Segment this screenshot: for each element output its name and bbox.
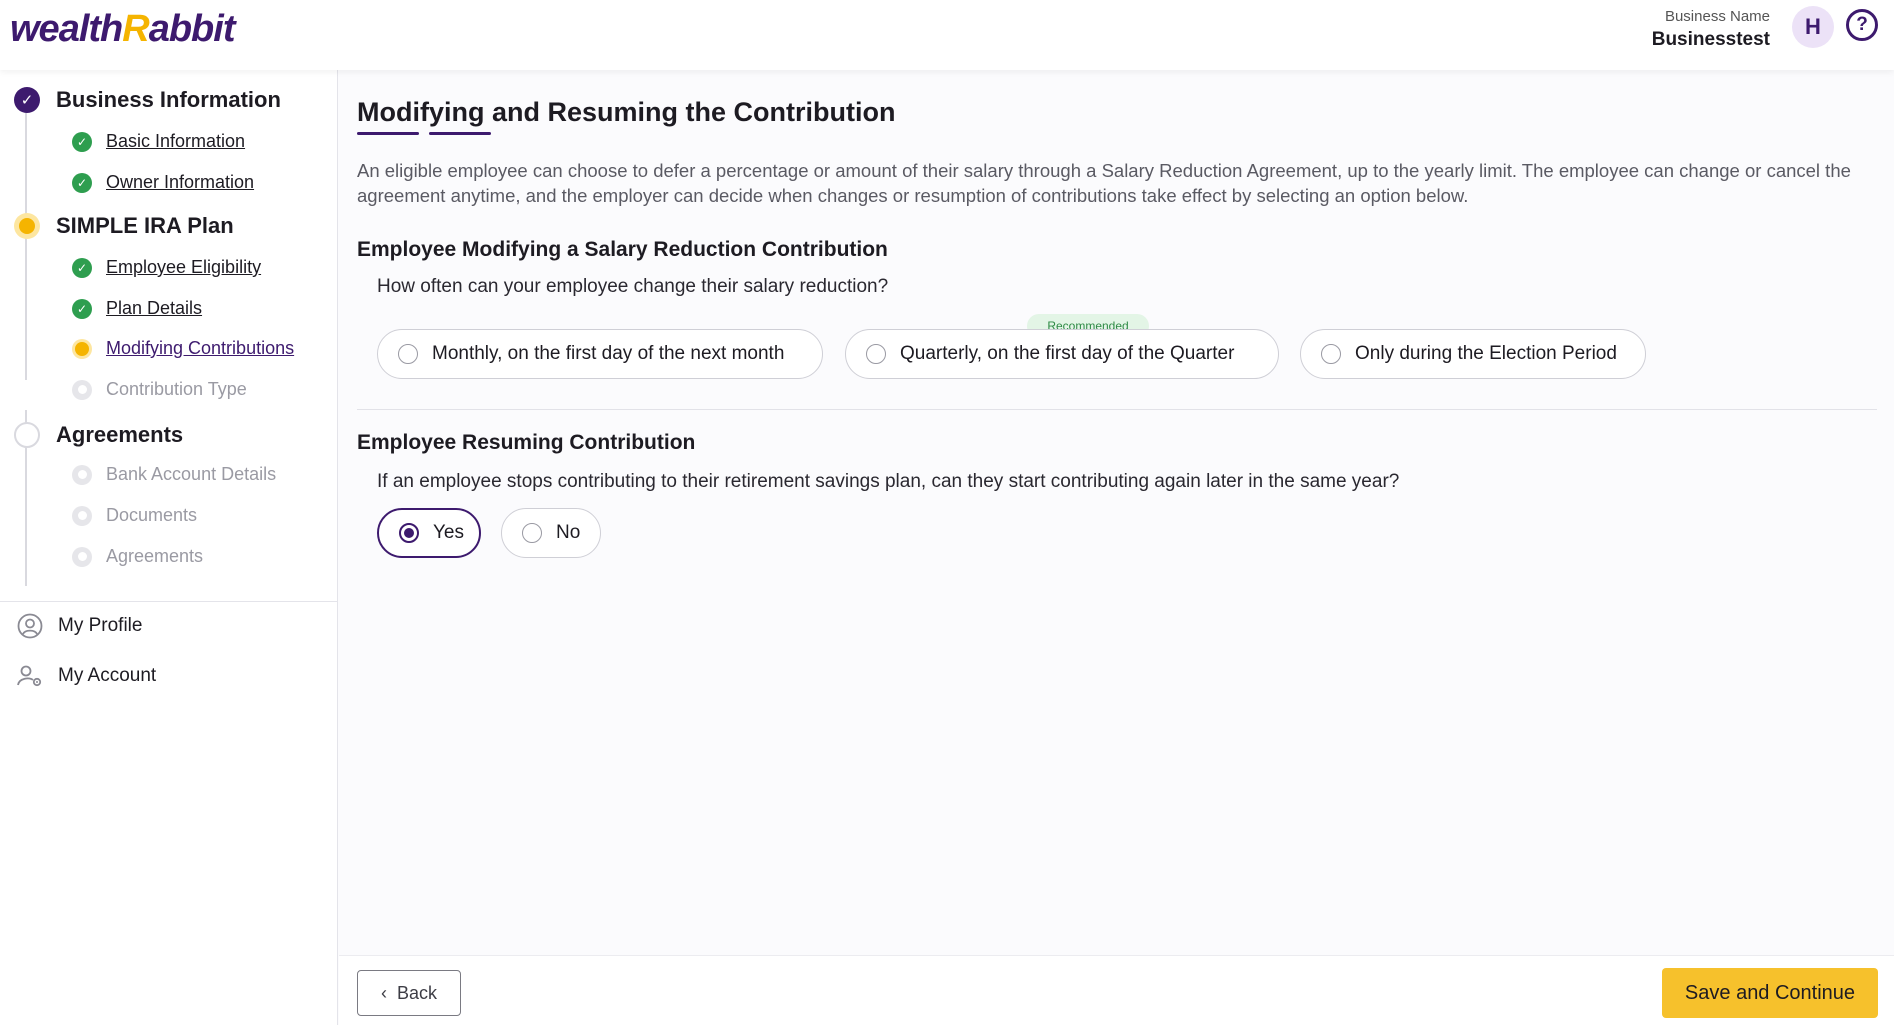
business-info: Business Name Businesstest xyxy=(1652,8,1770,51)
sidebar-section-business-information[interactable]: ✓ Business Information xyxy=(14,87,281,113)
in-progress-icon xyxy=(14,213,40,239)
title-underline xyxy=(429,132,491,135)
section-heading-resuming: Employee Resuming Contribution xyxy=(357,431,696,454)
user-circle-icon xyxy=(16,612,44,640)
in-progress-icon xyxy=(72,338,92,359)
check-icon: ✓ xyxy=(72,131,92,152)
radio-button[interactable] xyxy=(1321,344,1341,364)
user-gear-icon xyxy=(16,662,44,690)
option-label: Quarterly, on the first day of the Quart… xyxy=(900,343,1235,364)
sidebar-item-documents[interactable]: Documents xyxy=(72,505,197,526)
business-name-value: Businesstest xyxy=(1651,29,1770,50)
radio-button[interactable] xyxy=(866,344,886,364)
sidebar-item-modifying-contributions[interactable]: Modifying Contributions xyxy=(72,338,294,359)
section-title: SIMPLE IRA Plan xyxy=(56,213,234,238)
sidebar-item-label: Modifying Contributions xyxy=(106,338,295,358)
option-no[interactable]: No xyxy=(501,508,601,558)
help-icon[interactable]: ? xyxy=(1846,9,1878,41)
option-label: Yes xyxy=(433,522,464,543)
sidebar-item-basic-information[interactable]: ✓ Basic Information xyxy=(72,131,245,152)
main-content: Modifying and Resuming the Contribution … xyxy=(339,70,1894,955)
top-header: wealthRabbit Business Name Businesstest … xyxy=(0,0,1894,70)
option-label: Monthly, on the first day of the next mo… xyxy=(432,343,785,364)
option-yes[interactable]: Yes xyxy=(377,508,481,558)
pending-icon xyxy=(72,505,92,526)
section-title: Agreements xyxy=(56,422,184,447)
radio-button[interactable] xyxy=(398,344,418,364)
title-underline xyxy=(357,132,419,135)
nav-label: My Account xyxy=(58,665,157,686)
pending-icon xyxy=(72,546,92,567)
sidebar-divider xyxy=(0,601,337,602)
sidebar-item-label: Owner Information xyxy=(106,172,255,192)
sidebar-item-employee-eligibility[interactable]: ✓ Employee Eligibility xyxy=(72,257,261,278)
radio-button[interactable] xyxy=(522,523,542,543)
sidebar-item-contribution-type[interactable]: Contribution Type xyxy=(72,379,247,400)
option-monthly[interactable]: Monthly, on the first day of the next mo… xyxy=(377,329,823,379)
sidebar-item-plan-details[interactable]: ✓ Plan Details xyxy=(72,298,202,319)
wealthrabbit-logo[interactable]: wealthRabbit xyxy=(10,8,235,51)
nav-my-account[interactable]: My Account xyxy=(16,662,156,690)
sidebar-section-agreements[interactable]: Agreements xyxy=(14,422,183,448)
option-quarterly[interactable]: Quarterly, on the first day of the Quart… xyxy=(845,329,1279,379)
sidebar-item-label: Documents xyxy=(106,505,198,525)
section-heading-modifying: Employee Modifying a Salary Reduction Co… xyxy=(357,238,888,261)
question-text: If an employee stops contributing to the… xyxy=(377,471,1400,492)
sidebar: ✓ Business Information ✓ Basic Informati… xyxy=(0,70,338,1025)
nav-label: My Profile xyxy=(58,615,143,636)
pending-icon xyxy=(72,464,92,485)
section-title: Business Information xyxy=(56,87,281,112)
question-text: How often can your employee change their… xyxy=(377,276,889,297)
page-title: Modifying and Resuming the Contribution xyxy=(357,97,896,127)
pending-icon xyxy=(14,422,40,448)
check-icon: ✓ xyxy=(72,298,92,319)
footer-bar: ‹ Back Save and Continue xyxy=(339,955,1894,1025)
option-label: Only during the Election Period xyxy=(1355,343,1617,364)
sidebar-item-label: Contribution Type xyxy=(106,379,247,399)
save-and-continue-button[interactable]: Save and Continue xyxy=(1662,968,1878,1018)
sidebar-item-agreements[interactable]: Agreements xyxy=(72,546,203,567)
sidebar-item-owner-information[interactable]: ✓ Owner Information xyxy=(72,172,254,193)
back-label: Back xyxy=(396,982,438,1003)
check-icon: ✓ xyxy=(72,172,92,193)
page-description: An eligible employee can choose to defer… xyxy=(357,160,1851,206)
check-icon: ✓ xyxy=(72,257,92,278)
nav-my-profile[interactable]: My Profile xyxy=(16,612,142,640)
sidebar-item-label: Bank Account Details xyxy=(106,464,277,484)
progress-line xyxy=(25,110,27,216)
user-avatar[interactable]: H xyxy=(1792,6,1834,48)
back-button[interactable]: ‹ Back xyxy=(357,970,461,1016)
logo-r-mark: R xyxy=(122,8,149,50)
sidebar-item-label: Plan Details xyxy=(106,298,203,318)
radio-button[interactable] xyxy=(399,523,419,543)
chevron-left-icon: ‹ xyxy=(380,982,387,1003)
sidebar-item-label: Basic Information xyxy=(106,131,246,151)
sidebar-item-label: Agreements xyxy=(106,546,204,566)
section-divider xyxy=(357,409,1877,410)
business-name-label: Business Name xyxy=(1664,8,1770,25)
option-election-period[interactable]: Only during the Election Period xyxy=(1300,329,1646,379)
check-icon: ✓ xyxy=(14,87,40,113)
pending-icon xyxy=(72,379,92,400)
sidebar-item-bank-account-details[interactable]: Bank Account Details xyxy=(72,464,276,485)
sidebar-section-simple-ira-plan[interactable]: SIMPLE IRA Plan xyxy=(14,213,234,239)
option-label: No xyxy=(556,522,581,543)
progress-line xyxy=(25,236,27,380)
sidebar-item-label: Employee Eligibility xyxy=(106,257,262,277)
